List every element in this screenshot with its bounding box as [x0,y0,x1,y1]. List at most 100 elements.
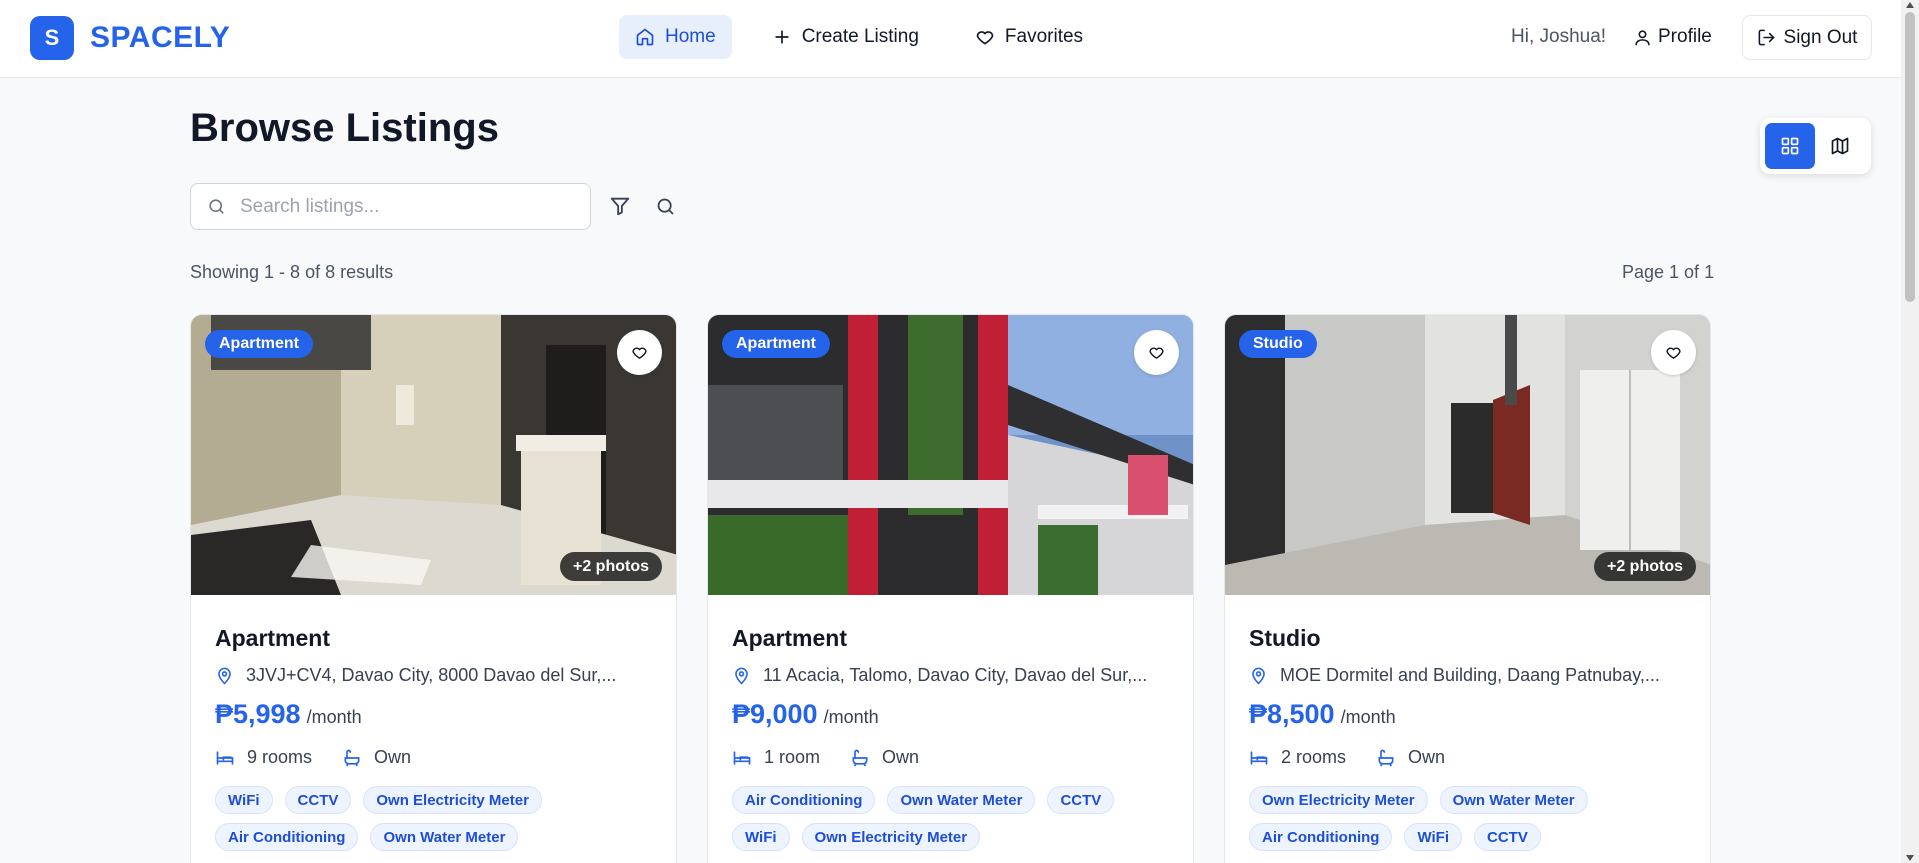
logo-mark: S [30,16,74,60]
map-pin-icon [1252,667,1265,685]
listing-photo[interactable]: Apartment [708,315,1193,595]
amenity-tag: WiFi [1404,823,1463,851]
nav-create-listing[interactable]: Create Listing [756,15,935,59]
page-title: Browse Listings [190,106,499,150]
plus-icon [775,30,789,44]
listing-card[interactable]: Studio +2 photos Studio MOE Dormitel and… [1224,314,1711,863]
heart-icon [1149,347,1164,359]
scroll-down-arrow-icon[interactable] [1906,855,1914,861]
search-box [190,183,591,230]
listing-address: 3JVJ+CV4, Davao City, 8000 Davao del Sur… [215,665,652,686]
amenity-tag: Own Water Meter [1439,786,1588,814]
bath-icon [1378,749,1394,766]
rooms-info: 2 rooms [1249,747,1346,768]
favorite-button[interactable] [1134,330,1179,375]
price-period: /month [306,707,362,727]
sign-out-icon [1758,29,1774,46]
favorite-button[interactable] [1651,330,1696,375]
listing-meta: 9 rooms Own [215,747,652,768]
bathroom-type: Own [882,747,920,767]
user-greeting: Hi, Joshua! [1511,26,1607,47]
amenity-tag: Own Water Meter [370,823,519,851]
listing-address: 11 Acacia, Talomo, Davao City, Davao del… [732,665,1169,686]
filter-button[interactable] [609,195,631,222]
bathroom-info: Own [1376,747,1445,768]
bath-icon [852,749,868,766]
listing-photo[interactable]: Studio +2 photos [1225,315,1710,595]
nav-home[interactable]: Home [619,15,732,59]
rooms-count: 1 room [764,747,821,767]
listing-meta: 2 rooms Own [1249,747,1686,768]
amenity-tag: CCTV [284,786,352,814]
profile-label: Profile [1658,26,1712,47]
filter-icon [610,197,630,216]
amenity-tag: Air Conditioning [1249,823,1393,851]
search-input[interactable] [240,195,570,218]
listing-title: Apartment [732,625,848,651]
top-navbar: S SPACELY Home Create Listing Favorites … [0,0,1901,78]
listing-title: Apartment [215,625,331,651]
amenity-tag: Own Water Meter [887,786,1036,814]
amenity-tags: WiFi CCTV Own Electricity Meter Air Cond… [215,786,655,860]
listing-type-badge: Apartment [205,330,314,358]
sign-out-button[interactable]: Sign Out [1742,15,1872,60]
price-value: ₱5,998 [215,699,301,729]
bathroom-info: Own [850,747,919,768]
amenity-tags: Air Conditioning Own Water Meter CCTV Wi… [732,786,1172,860]
rooms-count: 2 rooms [1281,747,1347,767]
map-view-button[interactable] [1815,123,1865,169]
bathroom-type: Own [1408,747,1446,767]
amenity-tag: CCTV [1047,786,1115,814]
search-button[interactable] [655,196,676,222]
heart-icon [632,347,647,359]
user-icon [1635,29,1650,45]
listing-price: ₱5,998 /month [215,699,652,730]
rooms-count: 9 rooms [247,747,313,767]
listing-photo[interactable]: Apartment +2 photos [191,315,676,595]
more-photos-badge: +2 photos [559,552,662,581]
amenity-tag: Own Electricity Meter [363,786,542,814]
heart-icon [1666,347,1681,359]
amenity-tag: WiFi [215,786,273,814]
results-count: Showing 1 - 8 of 8 results [190,262,394,282]
bathroom-info: Own [342,747,411,768]
heart-icon [976,31,994,45]
rooms-info: 9 rooms [215,747,312,768]
map-icon [1831,137,1849,155]
amenity-tag: Air Conditioning [215,823,359,851]
search-icon [657,198,674,215]
grid-view-button[interactable] [1765,123,1815,169]
profile-link[interactable]: Profile [1633,26,1712,48]
main-nav: Home Create Listing Favorites [619,15,1123,59]
brand-name: SPACELY [90,21,231,54]
price-period: /month [823,707,879,727]
view-toggle [1760,118,1871,174]
brand-logo[interactable]: S SPACELY [30,16,230,60]
amenity-tag: Air Conditioning [732,786,876,814]
listing-meta: 1 room Own [732,747,1169,768]
more-photos-badge: +2 photos [1593,552,1696,581]
listing-type-badge: Studio [1239,330,1317,358]
listing-address-text: 3JVJ+CV4, Davao City, 8000 Davao del Sur… [246,665,617,685]
scroll-thumb[interactable] [1905,12,1915,302]
amenity-tag: Own Electricity Meter [1249,786,1428,814]
page-scrollbar[interactable] [1901,0,1919,863]
listing-price: ₱9,000 /month [732,699,1169,730]
nav-create-label: Create Listing [801,26,919,47]
scroll-up-arrow-icon[interactable] [1906,2,1914,8]
bathroom-type: Own [374,747,412,767]
nav-favorites[interactable]: Favorites [959,15,1099,59]
listing-price: ₱8,500 /month [1249,699,1686,730]
nav-favorites-label: Favorites [1004,26,1084,47]
home-icon [636,28,654,46]
favorite-button[interactable] [617,330,662,375]
map-pin-icon [735,667,748,685]
sign-out-label: Sign Out [1783,26,1858,48]
amenity-tag: Own Electricity Meter [801,823,981,851]
listing-address-text: 11 Acacia, Talomo, Davao City, Davao del… [763,665,1148,685]
listing-card[interactable]: Apartment +2 photos Apartment 3JVJ+CV4, … [190,314,677,863]
price-value: ₱8,500 [1249,699,1335,729]
listing-card[interactable]: Apartment Apartment 11 Acacia, Talomo, D… [707,314,1194,863]
amenity-tag: WiFi [732,823,790,851]
price-period: /month [1340,707,1396,727]
